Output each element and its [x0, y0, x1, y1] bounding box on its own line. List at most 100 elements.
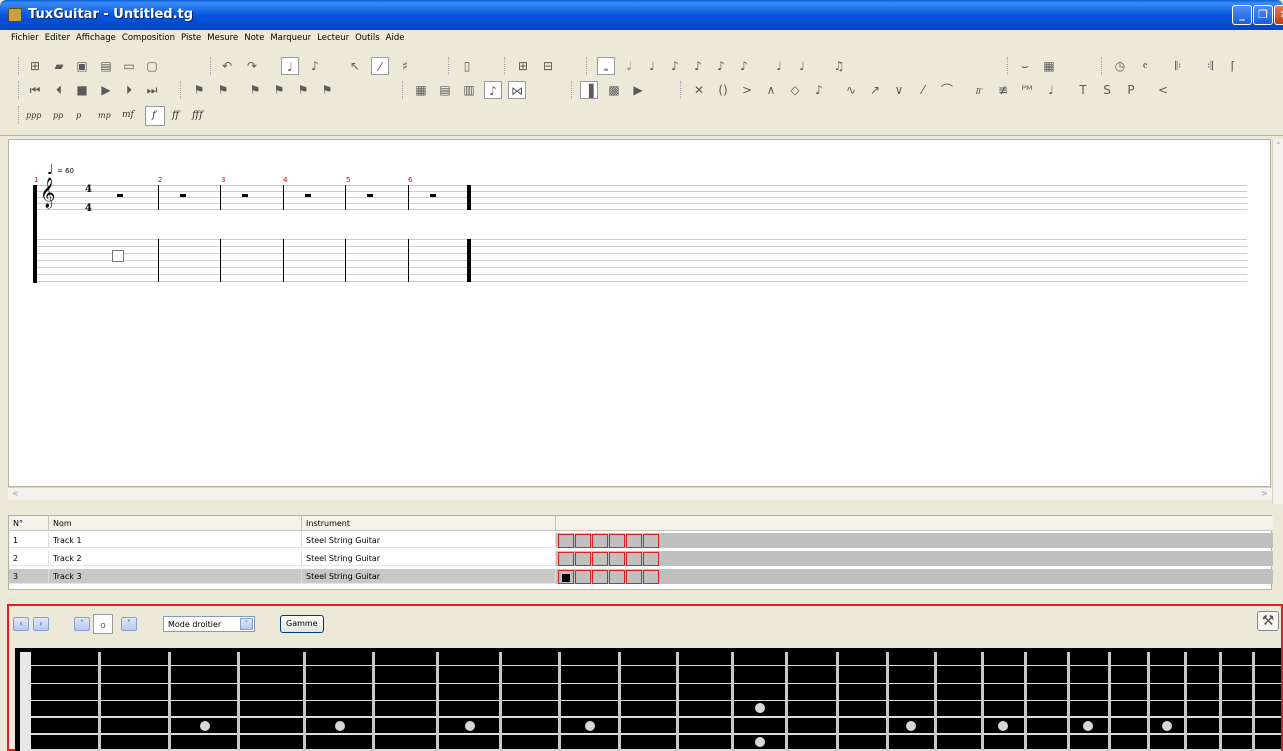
half-note-icon[interactable]: 𝅗𝅥: [620, 57, 638, 75]
dynamic-mf[interactable]: mf: [122, 110, 134, 120]
track-row[interactable]: 2 Track 2 Steel String Guitar: [9, 551, 1273, 566]
page-layout-icon[interactable]: ▤: [436, 81, 454, 99]
thirty-second-note-icon[interactable]: ♪: [712, 57, 730, 75]
track-measure-strip[interactable]: [556, 533, 1273, 548]
chevron-down-icon[interactable]: ˅: [121, 617, 137, 631]
print-icon[interactable]: ▭: [120, 57, 138, 75]
stop-icon[interactable]: ■: [73, 81, 91, 99]
edit-cursor[interactable]: [112, 250, 124, 262]
settings-hammer-icon[interactable]: ⚒: [1257, 611, 1279, 631]
linear-layout-icon[interactable]: ▥: [460, 81, 478, 99]
dynamic-fff[interactable]: fff: [192, 110, 203, 121]
hammer-on-icon[interactable]: ⌒: [938, 81, 956, 99]
play-icon[interactable]: ▶: [97, 81, 115, 99]
tapping-icon[interactable]: T: [1074, 81, 1092, 99]
marker-next-icon[interactable]: ⚑: [294, 81, 312, 99]
slide-icon[interactable]: ⁄: [914, 81, 932, 99]
measure-cell[interactable]: [558, 534, 574, 548]
compact-icon[interactable]: ⋈: [508, 81, 526, 99]
time-signature-icon[interactable]: 𝄴: [1136, 57, 1154, 75]
measure-cell[interactable]: [643, 570, 659, 584]
last-icon[interactable]: ⏭: [143, 81, 161, 99]
fretboard-icon[interactable]: ▐: [580, 81, 598, 99]
dynamic-ppp[interactable]: ppp: [26, 111, 41, 120]
measure-cell[interactable]: [626, 570, 642, 584]
track-row[interactable]: 1 Track 1 Steel String Guitar: [9, 533, 1273, 548]
eighth-note-icon[interactable]: ♪: [666, 57, 684, 75]
measure-cell[interactable]: [558, 552, 574, 566]
menu-fichier[interactable]: Fichier: [0, 30, 42, 43]
dead-note-icon[interactable]: ✕: [690, 81, 708, 99]
menu-affichage[interactable]: Affichage: [73, 30, 119, 43]
measure-cell[interactable]: [592, 552, 608, 566]
menu-note[interactable]: Note: [241, 30, 267, 43]
measure-cell[interactable]: [575, 552, 591, 566]
scroll-up-icon[interactable]: ⌃: [1275, 141, 1282, 150]
column-header-number[interactable]: N°: [9, 516, 49, 531]
track-measure-strip[interactable]: [556, 569, 1273, 584]
note-duration-icon[interactable]: o: [93, 614, 113, 634]
measure-cell[interactable]: [643, 552, 659, 566]
tab-view-icon[interactable]: ♪: [306, 57, 324, 75]
multitrack-icon[interactable]: ♪: [484, 81, 502, 99]
marker-prev-icon[interactable]: ⚑: [270, 81, 288, 99]
score-layout-icon[interactable]: ▦: [412, 81, 430, 99]
track-measure-strip[interactable]: [556, 551, 1273, 566]
toolbar-grip[interactable]: [680, 81, 682, 99]
add-measure-icon[interactable]: ⊞: [514, 57, 532, 75]
scale-button[interactable]: Gamme: [280, 615, 324, 633]
guitar-string[interactable]: [31, 683, 1281, 684]
heavy-accent-icon[interactable]: ∧: [762, 81, 780, 99]
popping-icon[interactable]: P: [1122, 81, 1140, 99]
dynamic-ff[interactable]: ff: [172, 110, 179, 121]
measure-cell-current[interactable]: [558, 570, 574, 584]
first-icon[interactable]: ⏮: [26, 81, 44, 99]
toolbar-grip[interactable]: [586, 57, 588, 75]
menu-piste[interactable]: Piste: [178, 30, 204, 43]
measure-cell[interactable]: [643, 534, 659, 548]
whole-note-icon[interactable]: 𝅝: [597, 57, 615, 75]
save-icon[interactable]: ▣: [73, 57, 91, 75]
slapping-icon[interactable]: S: [1098, 81, 1116, 99]
minimize-button[interactable]: _: [1232, 5, 1252, 25]
guitar-string[interactable]: [31, 733, 1281, 735]
dotted-note-icon[interactable]: ♩: [770, 57, 788, 75]
menu-outils[interactable]: Outils: [352, 30, 383, 43]
guitar-string[interactable]: [31, 716, 1281, 718]
edit-mode-icon[interactable]: ⁄: [371, 57, 389, 75]
score-horizontal-scrollbar[interactable]: < >: [8, 487, 1272, 500]
toolbar-grip[interactable]: [1007, 57, 1009, 75]
marker-add-icon[interactable]: ⚑: [246, 81, 264, 99]
fade-in-icon[interactable]: <: [1154, 81, 1172, 99]
tempo-icon[interactable]: ◷: [1111, 57, 1129, 75]
double-dotted-note-icon[interactable]: ♩: [793, 57, 811, 75]
toolbar-grip[interactable]: [571, 81, 573, 99]
previous-icon[interactable]: ⏴: [50, 81, 68, 99]
redo-icon[interactable]: ↷: [243, 57, 261, 75]
mixer-icon[interactable]: ▩: [605, 81, 623, 99]
select-mode-icon[interactable]: ↖: [346, 57, 364, 75]
menu-composition[interactable]: Composition: [119, 30, 178, 43]
sixteenth-note-icon[interactable]: ♪: [689, 57, 707, 75]
trill-icon[interactable]: 𝆖: [970, 81, 988, 99]
bend-icon[interactable]: ↗: [866, 81, 884, 99]
menu-mesure[interactable]: Mesure: [204, 30, 241, 43]
score-editor[interactable]: ♩ = 60 1 2 3 4 5 6 𝄞 4 4: [8, 139, 1271, 487]
toolbar-grip[interactable]: [504, 57, 506, 75]
toolbar-grip[interactable]: [210, 57, 212, 75]
column-header-name[interactable]: Nom: [49, 516, 302, 531]
mode-select[interactable]: Mode droitier ˅: [163, 616, 255, 632]
menu-editer[interactable]: Editer: [42, 30, 73, 43]
guitar-string[interactable]: [31, 665, 1281, 666]
toolbar-grip[interactable]: [402, 81, 404, 99]
measure-cell[interactable]: [575, 534, 591, 548]
measure-cell[interactable]: [592, 534, 608, 548]
remove-measure-icon[interactable]: ⊟: [539, 57, 557, 75]
maximize-button[interactable]: ❐: [1253, 5, 1273, 25]
quarter-note-icon[interactable]: ♩: [643, 57, 661, 75]
toolbar-grip[interactable]: [18, 106, 20, 124]
repeat-close-icon[interactable]: 𝄇: [1201, 57, 1219, 75]
ghost-note-icon[interactable]: (): [714, 81, 732, 99]
toolbar-grip[interactable]: [1101, 57, 1103, 75]
tremolo-bar-icon[interactable]: ∨: [890, 81, 908, 99]
